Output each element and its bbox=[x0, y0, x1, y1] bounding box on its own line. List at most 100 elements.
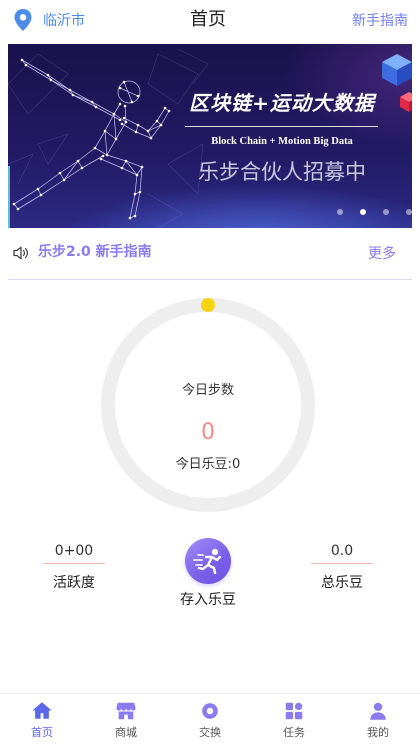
today-steps-label: 今日步数 bbox=[181, 383, 234, 398]
network-node bbox=[138, 190, 142, 194]
activity-underline bbox=[43, 563, 105, 564]
tab-label: 商城 bbox=[115, 726, 137, 739]
network-node bbox=[155, 119, 159, 123]
icon-shape bbox=[116, 702, 136, 711]
network-node bbox=[118, 118, 122, 122]
network-node bbox=[68, 88, 72, 92]
network-node bbox=[136, 94, 140, 98]
tab-store[interactable]: 商城 bbox=[84, 694, 168, 745]
network-node bbox=[101, 154, 105, 158]
network-node bbox=[124, 120, 128, 124]
network-node bbox=[120, 166, 124, 170]
icon-shape bbox=[285, 711, 294, 720]
icon-shape bbox=[211, 548, 219, 556]
network-node bbox=[130, 100, 134, 104]
network-node bbox=[118, 86, 122, 90]
network-node bbox=[71, 93, 75, 97]
deposit-beans-button[interactable] bbox=[185, 538, 231, 584]
network-node bbox=[90, 100, 94, 104]
network-line bbox=[104, 130, 108, 156]
network-node bbox=[120, 122, 124, 126]
network-node bbox=[62, 178, 66, 182]
promo-banner-carousel[interactable]: 区块链+运动大数据 Block Chain + Motion Big Data … bbox=[8, 44, 412, 228]
tab-tasks[interactable]: 任务 bbox=[252, 694, 336, 745]
icon-shape bbox=[294, 711, 303, 720]
network-node bbox=[99, 157, 103, 161]
tab-home[interactable]: 首页 bbox=[0, 694, 84, 745]
step-progress-ring bbox=[101, 298, 315, 512]
network-line bbox=[123, 81, 133, 103]
network-node bbox=[123, 104, 127, 108]
icon-shape bbox=[206, 707, 214, 715]
network-node bbox=[159, 123, 163, 127]
runner-figure bbox=[13, 59, 170, 219]
carousel-dot[interactable] bbox=[337, 209, 343, 215]
total-beans-underline bbox=[311, 563, 373, 564]
announcement-bar[interactable]: 乐步2.0 新手指南 更多 bbox=[8, 236, 412, 270]
home-screen: 临沂市 首页 新手指南 区块链+运动大数据 Block Chain + Moti… bbox=[0, 0, 420, 745]
section-divider bbox=[8, 279, 412, 280]
icon-shape bbox=[22, 249, 26, 257]
speaker-icon bbox=[13, 246, 28, 260]
network-node bbox=[149, 136, 153, 140]
network-node bbox=[103, 129, 107, 133]
running-man-icon bbox=[193, 548, 222, 575]
tasks-icon bbox=[285, 702, 303, 720]
carousel-dot[interactable] bbox=[406, 209, 412, 215]
icon-shape bbox=[294, 702, 303, 711]
city-name: 临沂市 bbox=[43, 13, 85, 29]
total-beans-value: 0.0 bbox=[330, 543, 354, 559]
icon-shape bbox=[285, 702, 294, 711]
network-node bbox=[140, 165, 144, 169]
network-node bbox=[133, 214, 137, 218]
tab-label: 交换 bbox=[199, 726, 221, 739]
network-node bbox=[36, 187, 40, 191]
page-title: 首页 bbox=[190, 9, 226, 30]
network-node bbox=[167, 109, 171, 113]
bottom-tab-bar: 首页 商城 交换 任务 我的 bbox=[0, 693, 420, 745]
icon-shape bbox=[193, 554, 204, 566]
today-steps-value: 0 bbox=[201, 420, 215, 445]
icon-shape bbox=[8, 153, 34, 185]
network-node bbox=[16, 207, 20, 211]
network-node bbox=[118, 102, 122, 106]
more-link[interactable]: 更多 bbox=[368, 245, 396, 263]
network-node bbox=[122, 116, 126, 120]
icon-shape bbox=[25, 247, 28, 259]
network-node bbox=[76, 159, 80, 163]
network-node bbox=[12, 202, 16, 206]
network-node bbox=[93, 146, 97, 150]
tab-exchange[interactable]: 交换 bbox=[168, 694, 252, 745]
profile-icon bbox=[370, 702, 386, 720]
network-node bbox=[163, 106, 167, 110]
network-node bbox=[58, 171, 62, 175]
icon-shape bbox=[373, 702, 383, 711]
carousel-dot[interactable] bbox=[383, 209, 389, 215]
network-node bbox=[94, 105, 98, 109]
beginner-guide-link[interactable]: 新手指南 bbox=[352, 12, 408, 30]
banner-divider-line bbox=[185, 126, 378, 127]
tab-profile[interactable]: 我的 bbox=[336, 694, 420, 745]
today-beans: 今日乐豆:0 bbox=[175, 457, 241, 472]
location-selector[interactable]: 临沂市 bbox=[12, 8, 92, 34]
icon-shape bbox=[13, 246, 22, 260]
network-node bbox=[114, 137, 118, 141]
tab-label: 首页 bbox=[31, 726, 53, 739]
red-cube-decoration bbox=[400, 92, 412, 112]
network-line bbox=[104, 130, 117, 140]
deposit-beans-label: 存入乐豆 bbox=[180, 592, 236, 608]
network-line bbox=[113, 103, 121, 115]
carousel-dot[interactable] bbox=[360, 209, 366, 215]
network-node bbox=[122, 80, 126, 84]
network-node bbox=[46, 73, 50, 77]
progress-dot bbox=[201, 298, 215, 312]
network-node bbox=[24, 63, 28, 67]
network-node bbox=[128, 216, 132, 220]
network-node bbox=[134, 130, 138, 134]
network-node bbox=[124, 159, 128, 163]
edge-highlight bbox=[8, 166, 10, 228]
banner-subline: Block Chain + Motion Big Data bbox=[211, 136, 353, 147]
store-icon bbox=[116, 702, 136, 720]
network-line bbox=[17, 155, 104, 210]
network-node bbox=[133, 192, 137, 196]
